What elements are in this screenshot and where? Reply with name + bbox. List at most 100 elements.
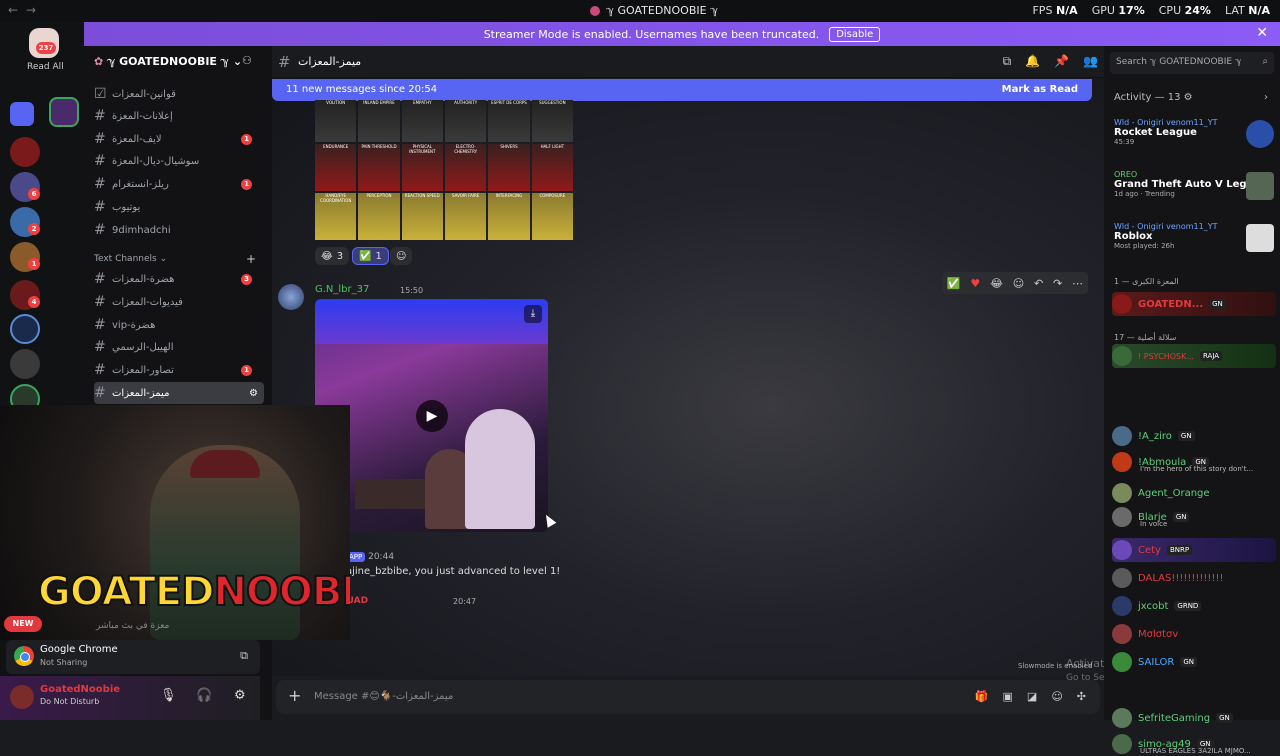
- new-messages-bar[interactable]: 11 new messages since 20:54 Mark as Read: [272, 79, 1092, 101]
- channel-youtube[interactable]: # يوتيوب: [94, 196, 264, 218]
- activity-card[interactable]: Wld - Onigiri venom11_YT Rocket League 4…: [1114, 118, 1274, 160]
- member-item[interactable]: simo-ag49 GN ULTRAS EAGLES 3A2ILA MJMO...: [1112, 732, 1276, 756]
- member-item[interactable]: Agent_Orange: [1112, 481, 1276, 505]
- member-item[interactable]: !Abmoula GN I'm the hero of this story don…: [1112, 450, 1276, 474]
- server-name[interactable]: ✿ ℽ GOATEDNOOBIE ℽ ⌄: [94, 55, 242, 68]
- activity-card[interactable]: OREO Grand Theft Auto V Legacy 1d ago · …: [1114, 170, 1274, 212]
- channel-photos[interactable]: # تصاور-المعزات 1: [94, 359, 264, 381]
- avatar[interactable]: [10, 685, 34, 709]
- emoji-icon[interactable]: ☺: [1051, 690, 1062, 703]
- react-heart-icon[interactable]: ♥: [970, 277, 980, 290]
- avatar[interactable]: [278, 284, 304, 310]
- add-reaction-button[interactable]: ☺: [390, 247, 413, 265]
- message-input-box[interactable]: + Message #😊🐐-ميمز-المعزات 🎁 ▣ ◪ ☺ ✣: [276, 680, 1100, 714]
- member-item[interactable]: SAILOR GN: [1112, 650, 1276, 674]
- headphones-icon[interactable]: 🎧: [196, 688, 212, 703]
- message-input[interactable]: Message #😊🐐-ميمز-المعزات: [314, 691, 453, 702]
- download-icon[interactable]: ⤓: [524, 305, 542, 323]
- server-goatednoobie-icon[interactable]: [49, 97, 79, 127]
- member-item[interactable]: ! PSYCHOSK... RAJA: [1112, 344, 1276, 368]
- play-icon[interactable]: ▶: [416, 400, 448, 432]
- channel-chat[interactable]: # هضرة-المعزات 3: [94, 268, 264, 290]
- channel-live[interactable]: # لايف-المعزة 1: [94, 128, 264, 150]
- streamer-cap: [190, 450, 260, 478]
- grid-cell: AUTHORITY: [444, 100, 487, 142]
- hash-icon: #: [94, 362, 106, 378]
- gif-icon[interactable]: ▣: [1003, 690, 1013, 703]
- member-item[interactable]: Cety BNRP: [1112, 538, 1276, 562]
- server-name-text: ℽ GOATEDNOOBIE ℽ: [107, 55, 229, 68]
- pin-icon[interactable]: 📌: [1054, 54, 1069, 69]
- message-author[interactable]: G.N_lbr_37: [315, 284, 369, 295]
- member-name: DALAS!!!!!!!!!!!!!: [1138, 572, 1224, 584]
- server-badge: 1: [28, 258, 40, 270]
- add-member-icon[interactable]: ⚇: [242, 54, 252, 67]
- username[interactable]: GoatedNoobie: [40, 684, 120, 695]
- channel-memes[interactable]: # ميمز-المعزات ⚙: [94, 382, 264, 404]
- channel-social[interactable]: # سوشيال-ديال-المعزة: [94, 150, 264, 172]
- forward-icon[interactable]: ↷: [1053, 277, 1062, 290]
- channel-official[interactable]: # الهيبل-الرسمي: [94, 336, 264, 358]
- member-item[interactable]: GOATEDN... GN: [1112, 292, 1276, 316]
- screen-share-icon[interactable]: ⧉: [240, 649, 248, 663]
- gift-icon[interactable]: 🎁: [975, 690, 989, 703]
- channel-videos[interactable]: # فيديوات-المعزات: [94, 291, 264, 313]
- channel-rules[interactable]: ☑ قوانين-المعزات: [94, 83, 264, 105]
- activity-card[interactable]: Wld - Onigiri venom11_YT Roblox Most pla…: [1114, 222, 1274, 264]
- search-input[interactable]: Search ℽ GOATEDNOOBIE ℽ ⌕: [1110, 52, 1274, 74]
- member-name: SAILOR: [1138, 656, 1175, 668]
- dm-icon[interactable]: [10, 102, 34, 126]
- app-message-meta: APP 20:44: [346, 552, 394, 562]
- settings-gear-icon[interactable]: ⚙: [249, 388, 258, 399]
- add-channel-icon[interactable]: +: [246, 252, 256, 266]
- member-item[interactable]: DALAS!!!!!!!!!!!!!: [1112, 566, 1276, 590]
- add-reaction-icon[interactable]: ☺: [1013, 277, 1024, 290]
- video-frame-person: [465, 409, 535, 529]
- hash-icon: #: [94, 222, 106, 238]
- avatar: [1112, 596, 1132, 616]
- server-icon-7[interactable]: [10, 349, 40, 379]
- disable-button[interactable]: Disable: [829, 26, 881, 42]
- channel-reels[interactable]: # ريلز-انستغرام 1: [94, 173, 264, 195]
- reaction-check[interactable]: ✅ 1: [352, 247, 389, 265]
- reaction-laugh[interactable]: 😂 3: [315, 247, 350, 265]
- activity-header[interactable]: Activity — 13 ⚙ ›: [1114, 92, 1268, 103]
- channel-vip[interactable]: # هضرة-vip: [94, 314, 264, 336]
- member-item[interactable]: jxcobt GRND: [1112, 594, 1276, 618]
- mark-as-read-button[interactable]: Mark as Read: [1002, 84, 1078, 95]
- server-icon-6[interactable]: [10, 314, 40, 344]
- banner-text: Streamer Mode is enabled. Usernames have…: [483, 27, 820, 41]
- member-item[interactable]: !A_ziro GN: [1112, 424, 1276, 448]
- text-channels-category[interactable]: Text Channels ⌄: [94, 254, 167, 264]
- gear-icon[interactable]: ⚙: [234, 688, 246, 703]
- microphone-icon[interactable]: 🎙: [160, 688, 177, 703]
- react-check-icon[interactable]: ✅: [947, 277, 961, 290]
- avatar: [1112, 568, 1132, 588]
- add-attachment-icon[interactable]: +: [288, 686, 301, 705]
- live-voice-label[interactable]: معزة في بث مباشر: [96, 621, 169, 631]
- threads-icon[interactable]: ⧉: [1003, 54, 1012, 69]
- read-all-button[interactable]: Read All: [27, 62, 64, 72]
- avatar: [1112, 426, 1132, 446]
- react-laugh-icon[interactable]: 😂: [990, 277, 1003, 290]
- more-icon[interactable]: ⋯: [1072, 277, 1083, 290]
- grid-cell: SUGGESTION: [531, 100, 573, 142]
- channel-announcements[interactable]: # إعلانات-المعزة: [94, 105, 264, 127]
- member-item[interactable]: SefriteGaming GN: [1112, 706, 1276, 730]
- member-item[interactable]: Mσlσtσv: [1112, 622, 1276, 646]
- close-icon[interactable]: ✕: [1256, 25, 1268, 41]
- reply-icon[interactable]: ↶: [1034, 277, 1043, 290]
- stat-gpu: GPU 17%: [1091, 4, 1145, 17]
- member-status-text: In voice: [1140, 520, 1168, 528]
- sticker-icon[interactable]: ◪: [1027, 690, 1037, 703]
- server-icon-1[interactable]: [10, 137, 40, 167]
- channel-badge: 1: [241, 364, 252, 376]
- apps-icon[interactable]: ✣: [1077, 690, 1086, 703]
- nav-arrows[interactable]: ←→: [8, 3, 44, 17]
- skills-grid-image[interactable]: VOLITION INLAND EMPIRE EMPATHY AUTHORITY…: [315, 100, 573, 240]
- channel-9dimhadchi[interactable]: #9dimhadchi: [94, 219, 264, 241]
- grid-cell: HALF LIGHT: [531, 144, 573, 191]
- members-icon[interactable]: 👥: [1083, 54, 1098, 69]
- bell-icon[interactable]: 🔔: [1025, 54, 1040, 69]
- member-item[interactable]: Blarje GN In voice: [1112, 505, 1276, 529]
